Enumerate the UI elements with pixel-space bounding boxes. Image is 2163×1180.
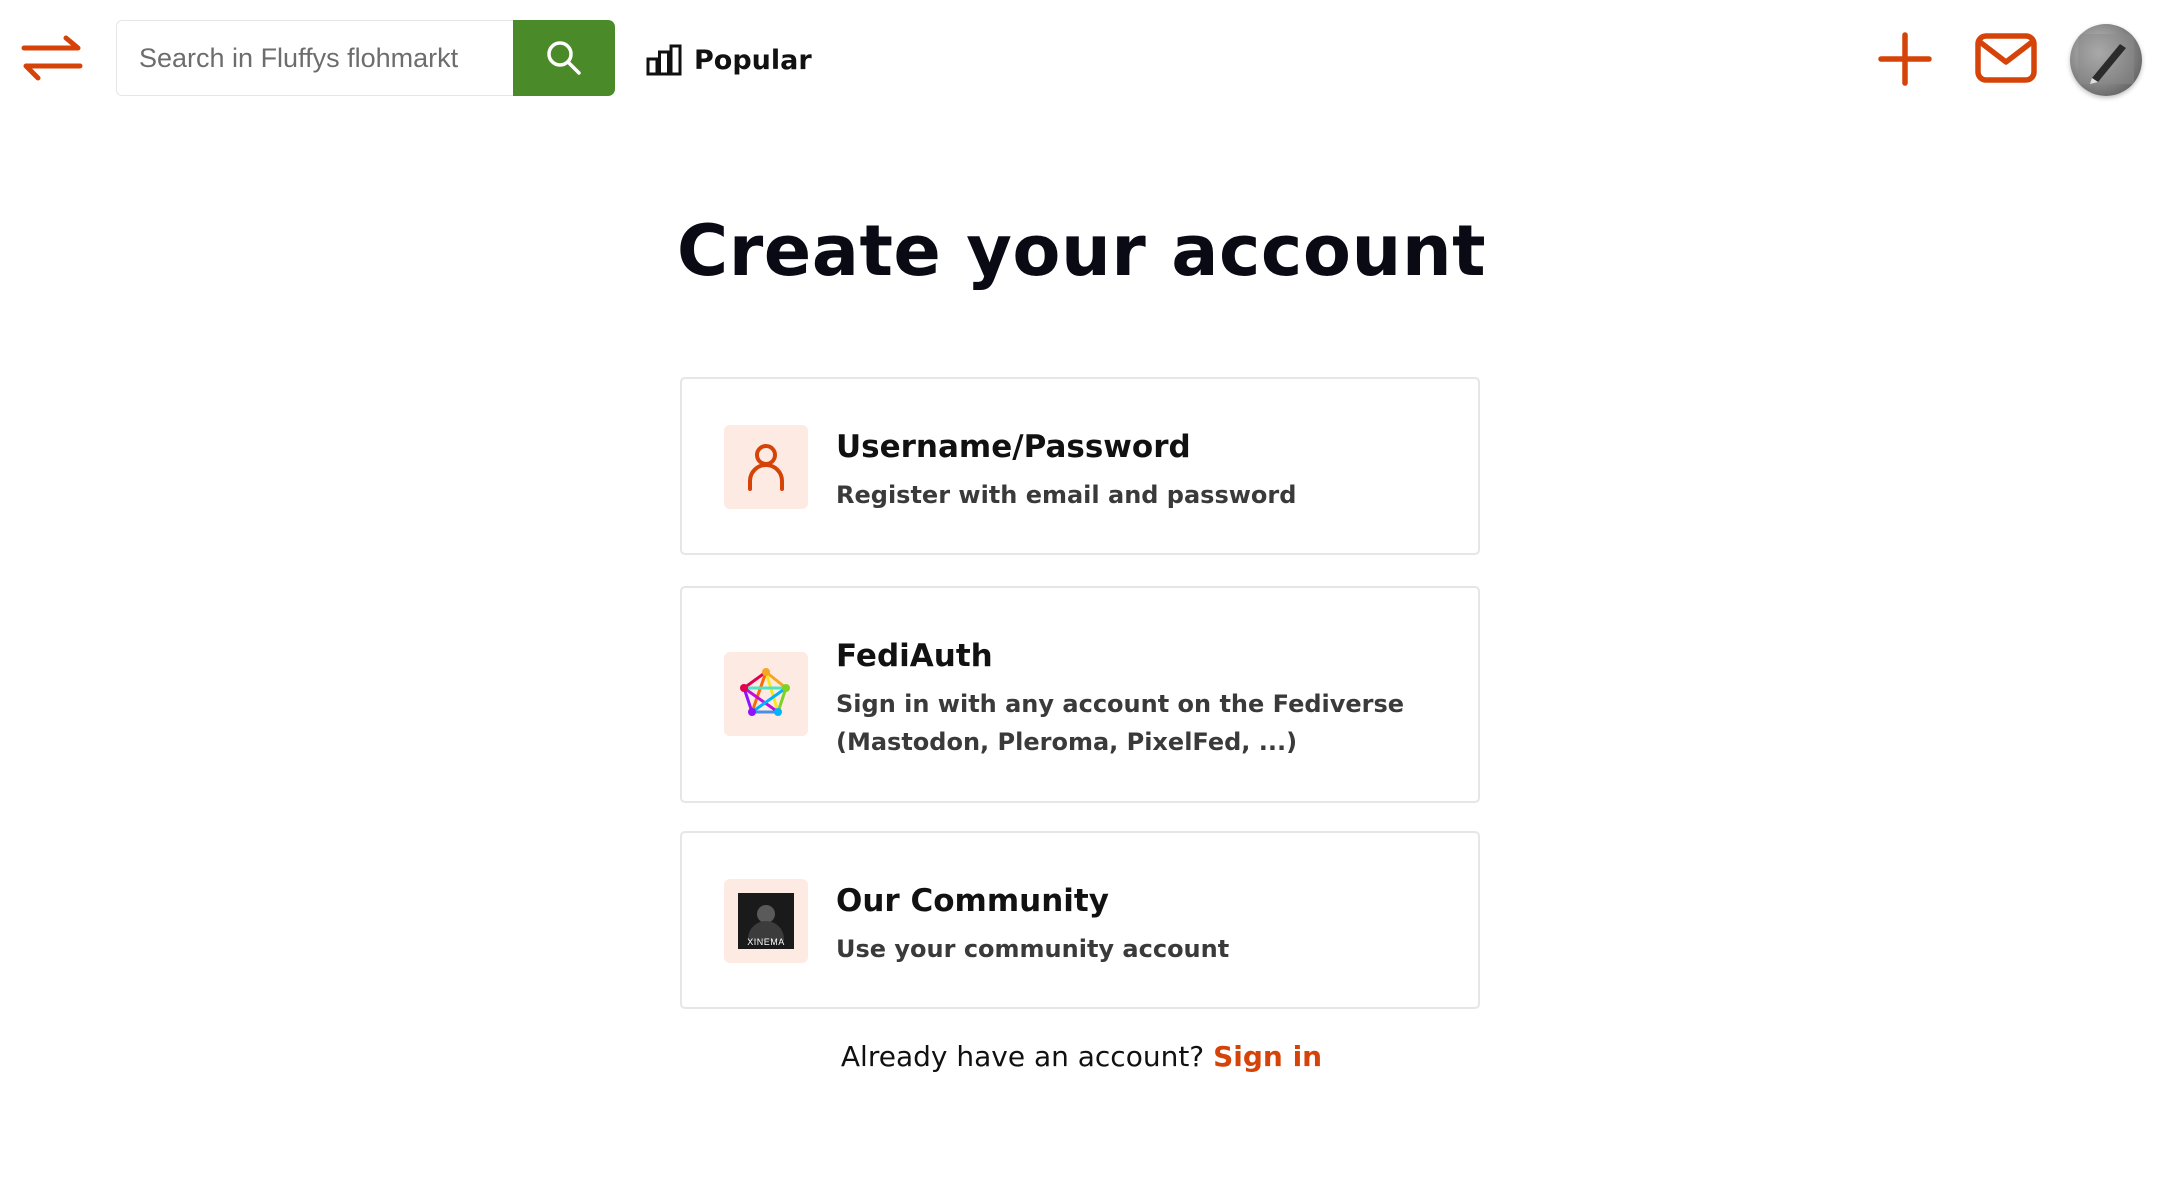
bar-chart-icon (646, 44, 682, 76)
option-our-community[interactable]: XINEMA Our Community Use your community … (680, 831, 1480, 1009)
fediverse-icon-tile (724, 652, 808, 736)
option-description-line1: Sign in with any account on the Fedivers… (836, 690, 1405, 718)
community-logo-text: XINEMA (747, 937, 785, 947)
search-icon (547, 41, 581, 75)
search-button[interactable] (513, 20, 615, 96)
search-input[interactable] (116, 20, 514, 96)
user-icon-tile (724, 425, 808, 509)
fediverse-icon (740, 668, 790, 716)
option-description: Register with email and password (836, 481, 1297, 509)
community-logo: XINEMA (738, 893, 794, 949)
option-description: Use your community account (836, 935, 1230, 963)
sign-in-prompt: Already have an account? Sign in (0, 1040, 2163, 1073)
page-title: Create your account (676, 210, 1487, 292)
popular-link[interactable]: Popular (646, 40, 812, 80)
mail-icon[interactable] (1974, 32, 2038, 84)
option-title: FediAuth (836, 638, 993, 674)
community-logo-tile: XINEMA (724, 879, 808, 963)
sign-in-link[interactable]: Sign in (1213, 1040, 1322, 1073)
option-fediauth[interactable]: FediAuth Sign in with any account on the… (680, 586, 1480, 803)
plus-icon[interactable] (1878, 32, 1932, 86)
user-avatar[interactable] (2070, 24, 2142, 96)
user-icon (748, 444, 784, 491)
option-title: Our Community (836, 883, 1109, 919)
pen-icon (2078, 34, 2134, 84)
option-username-password[interactable]: Username/Password Register with email an… (680, 377, 1480, 555)
popular-label: Popular (694, 44, 812, 76)
option-description-line2: (Mastodon, Pleroma, PixelFed, ...) (836, 728, 1298, 756)
option-title: Username/Password (836, 429, 1191, 465)
swap-arrows-icon[interactable] (20, 34, 84, 82)
top-navigation: Popular (0, 0, 2163, 118)
sign-in-prompt-text: Already have an account? (840, 1040, 1205, 1073)
